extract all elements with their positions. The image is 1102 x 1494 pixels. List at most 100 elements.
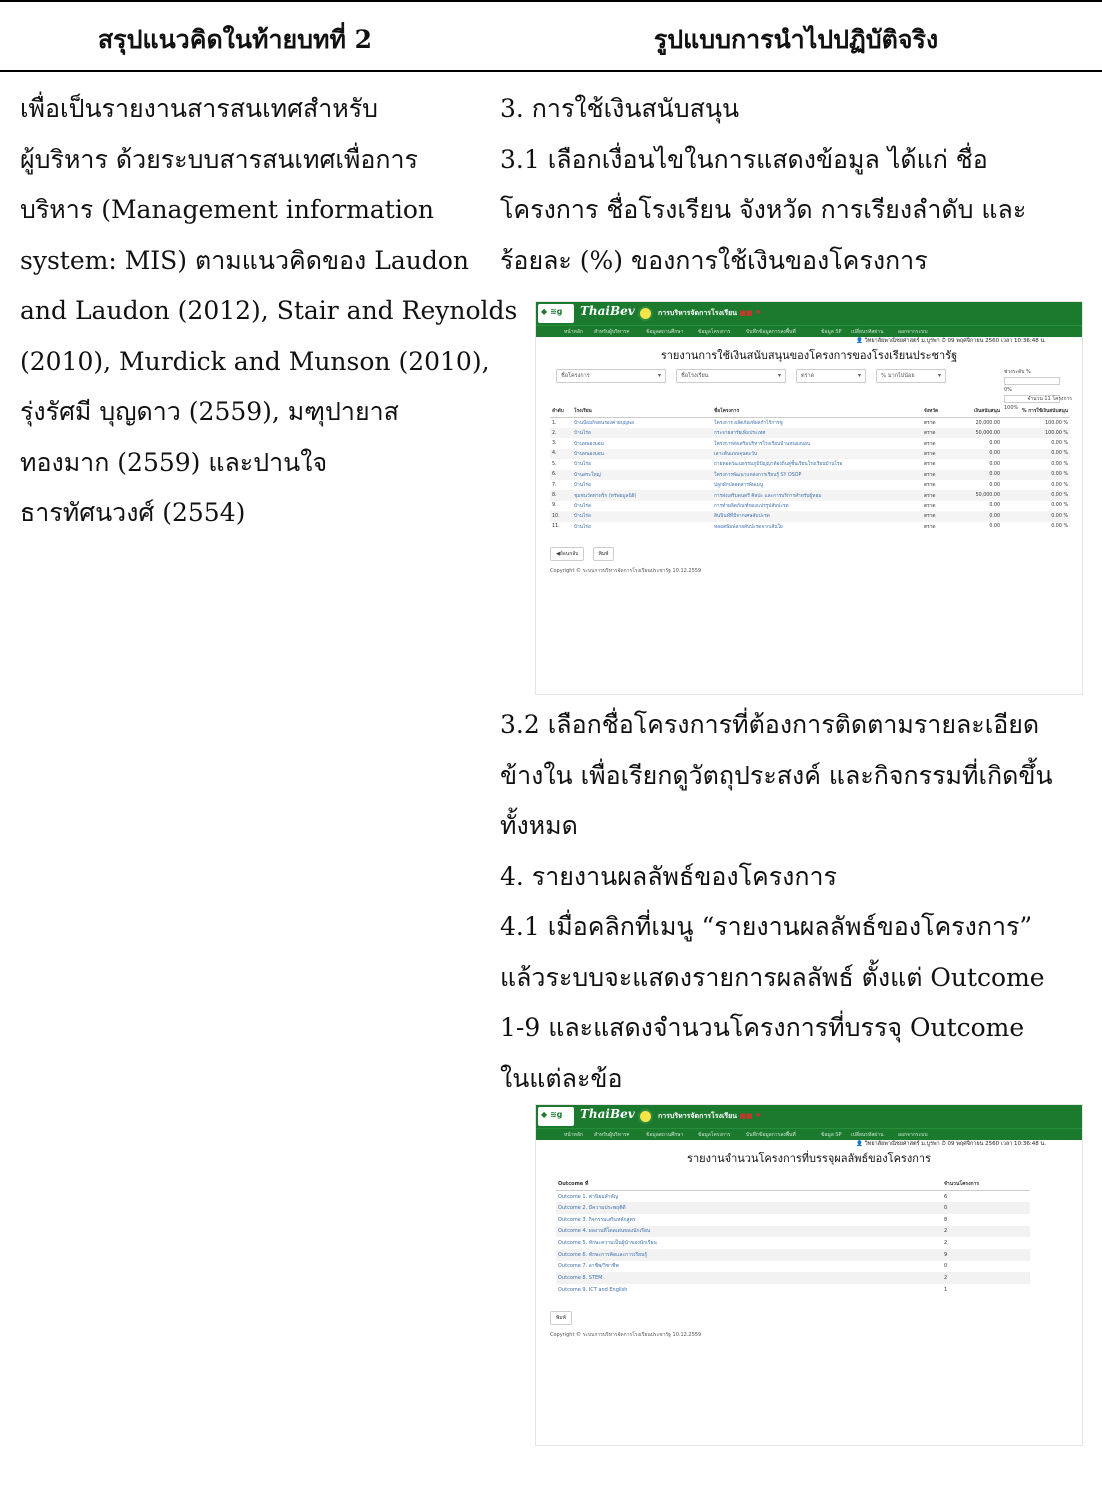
app-title: การบริหารจัดการโรงเรียน ■■ ⚑ — [658, 309, 762, 317]
main-nav: หน้าหลัก สำหรับผู้บริหาร▾ ข้อมูลสถานศึกษ… — [536, 325, 1082, 337]
sort-order-select[interactable]: % มากไปน้อย — [876, 369, 946, 383]
row-order: 6. — [550, 469, 572, 480]
row-percent: 0.00 % — [1051, 503, 1068, 509]
table-row: Outcome 8. STEM 2 — [556, 1272, 1030, 1284]
range-label: ช่วงระดับ % — [1004, 369, 1031, 375]
row-funding: 20,000.00 — [975, 420, 1000, 426]
thaibev-logo: ThaiBev — [580, 304, 635, 318]
nav-executive[interactable]: สำหรับผู้บริหาร▾ — [594, 1131, 629, 1139]
row-school[interactable]: บ้านป้อมกิจตนรองค่ายบุญพล — [572, 418, 712, 429]
copyright: Copyright © ระบบการบริหารจัดการโรงเรียนป… — [550, 567, 702, 574]
outcome-link[interactable]: Outcome 9. ICT and English — [556, 1284, 942, 1296]
project-count: จำนวน 11 โครงการ — [1027, 396, 1072, 402]
left-line: ธารทัศนวงศ์ (2554) — [20, 498, 246, 527]
table-row: Outcome 5. ทักษะความเป็นผู้นำของนักเรียน… — [556, 1237, 1030, 1249]
row-project-link[interactable]: การส่งเสริมดนตรี ศิลปะ และการบริการสำหรั… — [712, 490, 922, 501]
school-name-select[interactable]: ชื่อโรงเรียน — [676, 369, 786, 383]
table-row: 9. บ้านไร่อ การทำผลิตภัณฑ์ของแปรรูปสับปะรด… — [550, 501, 1070, 511]
row-project-link[interactable]: หลอดพิมพ์ลายสับปะรดจากเส้นใย — [712, 522, 922, 532]
outcome-project-count: 2 — [942, 1225, 1030, 1238]
nav-project-info[interactable]: ข้อมูลโครงการ — [698, 1131, 730, 1139]
outcome-link[interactable]: Outcome 5. ทักษะความเป็นผู้นำของนักเรียน — [556, 1237, 942, 1249]
row-order: 5. — [552, 461, 557, 467]
nav-change-password[interactable]: เปลี่ยนรหัสผ่าน — [851, 1131, 883, 1139]
nav-school-info[interactable]: ข้อมูลสถานศึกษา — [646, 1131, 683, 1139]
nav-sp-info[interactable]: ข้อมูล SP — [821, 1131, 842, 1139]
copyright: Copyright © ระบบการบริหารจัดการโรงเรียนป… — [550, 1331, 702, 1338]
row-project-link[interactable]: โครงการ ผลิตภัณฑ์ผลกำไร้การชู — [712, 418, 922, 429]
nav-home[interactable]: หน้าหลัก — [564, 1131, 583, 1139]
print-button[interactable]: พิมพ์ — [592, 546, 615, 561]
row-project-link[interactable]: โครงการส่งเสริมบริหารโรงเรียนบ้านหนองบอน — [712, 438, 922, 448]
table-row: 4. บ้านหนองบอน เลาะต้นแบบจุนตะวัน ตราด 0.00 0… — [550, 448, 1070, 460]
row-school[interactable]: บ้านไร่อ — [572, 522, 712, 532]
row-project-link[interactable]: โครงการพัฒนาแหล่งการเรียนรู้ SY OSOP — [712, 469, 922, 480]
outcome-link[interactable]: Outcome 7. อาชีพ/วิชาชีพ — [556, 1261, 942, 1273]
row-order: 3. — [552, 441, 557, 447]
right-column-text: 3. การใช้เงินสนับสนุน 3.1 เลือกเงื่อนไขใ… — [500, 84, 1090, 286]
table-row: 6. บ้านสระใหญ่ โครงการพัฒนาแหล่งการเรียนรู… — [550, 469, 1070, 480]
nav-home[interactable]: หน้าหลัก — [564, 328, 583, 336]
report-title: รายงานการใช้เงินสนับสนุนของโครงการของโรง… — [660, 349, 958, 362]
row-school[interactable]: บ้านสระใหญ่ — [572, 469, 712, 480]
row-funding: 0.00 — [989, 524, 1000, 530]
print-button[interactable]: พิมพ์ — [550, 1310, 572, 1325]
table-top-rule — [0, 0, 1102, 2]
row-order: 4. — [550, 448, 572, 460]
row-school[interactable]: ชุมชนวัดท่าพริก (ทรัพยมูลนิธิ) — [572, 490, 712, 501]
province-select[interactable]: ตราด — [796, 369, 866, 383]
table-row: 3. บ้านหนองบอน โครงการส่งเสริมบริหารโรงเรี… — [550, 438, 1070, 448]
left-line: and Laudon (2012), Stair and Reynolds — [20, 296, 518, 325]
col-school: โรงเรียน — [572, 405, 712, 418]
nav-logout[interactable]: ออกจากระบบ — [898, 328, 928, 336]
right-line: 1-9 และแสดงจำนวนโครงการที่บรรจุ Outcome — [500, 1013, 1025, 1042]
row-school[interactable]: บ้านหนองบอน — [572, 438, 712, 448]
row-school[interactable]: บ้านไร่อ — [572, 428, 712, 439]
left-line: บริหาร (Management information — [20, 195, 435, 224]
row-school[interactable]: บ้านหนองบอน — [572, 448, 712, 460]
outcome-link[interactable]: Outcome 8. STEM — [556, 1272, 942, 1284]
row-funding: 0.00 — [989, 482, 1000, 488]
row-percent: 0.00 % — [1002, 448, 1070, 460]
nav-change-password[interactable]: เปลี่ยนรหัสผ่าน — [851, 328, 883, 336]
project-name-select[interactable]: ชื่อโครงการ — [556, 369, 666, 383]
outcome-link[interactable]: Outcome 6. ทักษะการคิดและการเรียนรู้ — [556, 1248, 942, 1261]
government-seal-icon — [638, 306, 653, 321]
report-title: รายงานจำนวนโครงการที่บรรจุผลลัพธ์ของโครง… — [687, 1152, 931, 1165]
outcome-link[interactable]: Outcome 2. มีความประพฤติดี — [556, 1202, 942, 1214]
row-school[interactable]: บ้านไร่อ — [572, 480, 712, 490]
row-project-link[interactable]: กระจายสารัยเพิ่มประเทศ — [712, 428, 922, 439]
table-row: Outcome 1. ค่านิยมสำคัญ 6 — [556, 1191, 1030, 1203]
row-project-link[interactable]: สินปินฟ์ที่มีจากเศษสับปะรด — [712, 511, 922, 522]
nav-school-info[interactable]: ข้อมูลสถานศึกษา — [646, 328, 683, 336]
outcome-link[interactable]: Outcome 1. ค่านิยมสำคัญ — [556, 1191, 942, 1203]
outcome-link[interactable]: Outcome 3. กิจกรรมเสริมหลักสูตร — [556, 1214, 942, 1226]
nav-logout[interactable]: ออกจากระบบ — [898, 1131, 928, 1139]
back-button[interactable]: ◀ย้อนกลับ — [550, 546, 585, 561]
row-order: 11. — [552, 524, 560, 530]
outcome-link[interactable]: Outcome 4. ผลงานที่โดดเด่นของนักเรียน — [556, 1225, 942, 1238]
row-school[interactable]: บ้านไร่อ — [572, 459, 712, 469]
row-project-link[interactable]: การทำผลิตภัณฑ์ของแปรรูปสับปะรด — [712, 501, 922, 511]
table-row: Outcome 9. ICT and English 1 — [556, 1284, 1030, 1296]
range-slider-min[interactable] — [1004, 377, 1060, 385]
outcome-project-count: 8 — [944, 1216, 948, 1223]
row-school[interactable]: บ้านไร่อ — [572, 511, 712, 522]
nav-project-info[interactable]: ข้อมูลโครงการ — [698, 328, 730, 336]
left-line: ทองมาก (2559) และปานใจ — [20, 447, 328, 477]
table-row: 8. ชุมชนวัดท่าพริก (ทรัพยมูลนิธิ) การส่งเส… — [550, 490, 1070, 501]
left-line: รุ่งรัศมี บุญดาว (2559), มฑุปายาส — [20, 397, 399, 426]
nav-field-record[interactable]: บันทึกข้อมูลการลงพื้นที่ — [746, 328, 796, 336]
row-percent: 0.00 % — [1051, 441, 1068, 447]
row-project-link[interactable]: ปลูกผักปลอดสารพิษเมนู — [712, 480, 922, 490]
nav-sp-info[interactable]: ข้อมูล SP — [821, 328, 842, 336]
nav-field-record[interactable]: บันทึกข้อมูลการลงพื้นที่ — [746, 1131, 796, 1139]
row-school[interactable]: บ้านไร่อ — [572, 501, 712, 511]
right-line: 3.1 เลือกเงื่อนไขในการแสดงข้อมูล ได้แก่ … — [500, 144, 988, 174]
col-outcome: Outcome ที่ — [556, 1178, 942, 1191]
row-project-link[interactable]: ถ่ายทอดวัฒนธรรมภูมิปัญญาท้องถิ่นสู่ชั้นเ… — [712, 459, 922, 469]
right-line: ข้างใน เพื่อเรียกดูวัตถุประสงค์ และกิจกร… — [500, 760, 1053, 790]
row-percent: 0.00 % — [1002, 469, 1070, 480]
nav-executive[interactable]: สำหรับผู้บริหาร▾ — [594, 328, 629, 336]
row-project-link[interactable]: เลาะต้นแบบจุนตะวัน — [712, 448, 922, 460]
